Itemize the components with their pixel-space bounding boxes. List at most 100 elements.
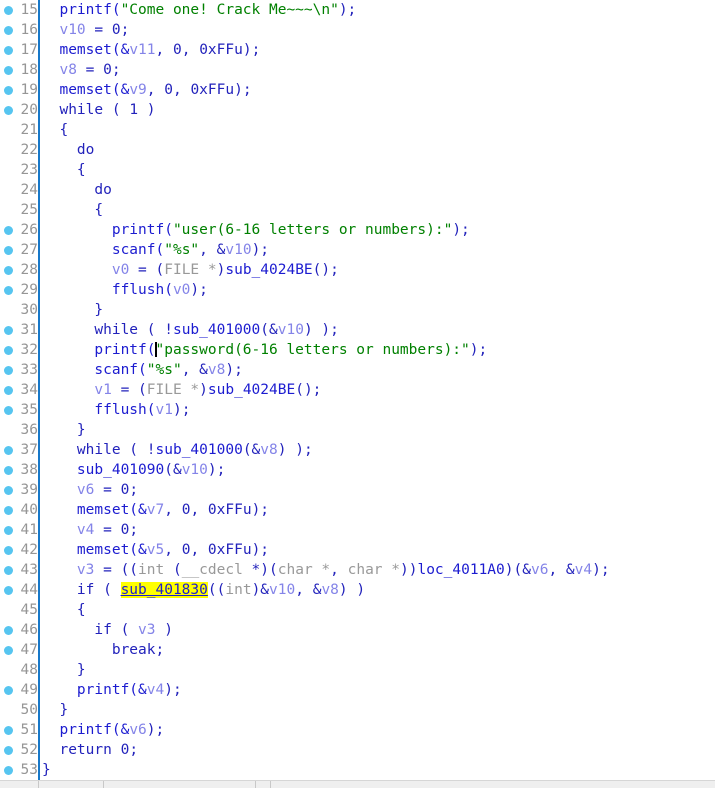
code-token[interactable]: memset(& xyxy=(59,82,129,98)
breakpoint-dot-icon[interactable] xyxy=(4,226,13,235)
breakpoint-dot-icon[interactable] xyxy=(4,526,13,535)
code-token[interactable]: v8 xyxy=(208,362,225,378)
code-token[interactable]: fflush( xyxy=(94,402,155,418)
line-content[interactable]: v1 = (FILE *)sub_4024BE(); xyxy=(42,380,321,400)
line-content[interactable]: { xyxy=(42,120,68,140)
code-line[interactable]: 19 memset(&v9, 0, 0xFFu); xyxy=(0,80,715,100)
breakpoint-dot-icon[interactable] xyxy=(4,726,13,735)
code-line[interactable]: 39 v6 = 0; xyxy=(0,480,715,500)
line-content[interactable]: printf("password(6-16 letters or numbers… xyxy=(42,340,487,360)
code-line[interactable]: 27 scanf("%s", &v10); xyxy=(0,240,715,260)
line-content[interactable]: scanf("%s", &v8); xyxy=(42,360,242,380)
line-content[interactable]: printf(&v4); xyxy=(42,680,182,700)
line-content[interactable]: if ( v3 ) xyxy=(42,620,173,640)
breakpoint-dot-icon[interactable] xyxy=(4,326,13,335)
breakpoint-dot-icon[interactable] xyxy=(4,366,13,375)
breakpoint-dot-icon[interactable] xyxy=(4,506,13,515)
code-token[interactable]: v4 xyxy=(575,562,592,578)
code-line[interactable]: 24 do xyxy=(0,180,715,200)
breakpoint-dot-icon[interactable] xyxy=(4,766,13,775)
code-line[interactable]: 16 v10 = 0; xyxy=(0,20,715,40)
code-token[interactable]: v9 xyxy=(129,82,146,98)
code-line[interactable]: 21 { xyxy=(0,120,715,140)
code-line[interactable]: 34 v1 = (FILE *)sub_4024BE(); xyxy=(0,380,715,400)
code-line[interactable]: 44 if ( sub_401830((int)&v10, &v8) ) xyxy=(0,580,715,600)
code-line[interactable]: 18 v8 = 0; xyxy=(0,60,715,80)
code-line[interactable]: 36 } xyxy=(0,420,715,440)
breakpoint-dot-icon[interactable] xyxy=(4,86,13,95)
code-line[interactable]: 28 v0 = (FILE *)sub_4024BE(); xyxy=(0,260,715,280)
code-token[interactable]: sub_4024BE xyxy=(225,262,312,278)
code-line[interactable]: 52 return 0; xyxy=(0,740,715,760)
code-line[interactable]: 46 if ( v3 ) xyxy=(0,620,715,640)
line-content[interactable]: v8 = 0; xyxy=(42,60,120,80)
line-content[interactable]: printf("Come one! Crack Me~~~\n"); xyxy=(42,0,356,20)
code-line[interactable]: 48 } xyxy=(0,660,715,680)
code-token[interactable]: v4 xyxy=(77,522,94,538)
line-content[interactable]: v6 = 0; xyxy=(42,480,138,500)
breakpoint-dot-icon[interactable] xyxy=(4,466,13,475)
code-token[interactable]: v10 xyxy=(269,582,295,598)
code-token[interactable]: sub_401090 xyxy=(77,462,164,478)
line-content[interactable]: memset(&v11, 0, 0xFFu); xyxy=(42,40,260,60)
line-content[interactable]: printf("user(6-16 letters or numbers):")… xyxy=(42,220,470,240)
code-token[interactable]: v10 xyxy=(59,22,85,38)
code-token[interactable]: memset(& xyxy=(59,42,129,58)
line-content[interactable]: if ( sub_401830((int)&v10, &v8) ) xyxy=(42,580,365,600)
breakpoint-dot-icon[interactable] xyxy=(4,26,13,35)
breakpoint-dot-icon[interactable] xyxy=(4,266,13,275)
breakpoint-dot-icon[interactable] xyxy=(4,106,13,115)
line-content[interactable]: v0 = (FILE *)sub_4024BE(); xyxy=(42,260,339,280)
code-token[interactable]: sub_401000 xyxy=(156,442,243,458)
code-line[interactable]: 31 while ( !sub_401000(&v10) ); xyxy=(0,320,715,340)
line-content[interactable]: memset(&v9, 0, 0xFFu); xyxy=(42,80,251,100)
code-token[interactable]: v6 xyxy=(77,482,94,498)
line-content[interactable]: while ( !sub_401000(&v8) ); xyxy=(42,440,313,460)
code-token[interactable]: v6 xyxy=(531,562,548,578)
code-line[interactable]: 25 { xyxy=(0,200,715,220)
breakpoint-dot-icon[interactable] xyxy=(4,6,13,15)
code-token[interactable]: sub_4024BE xyxy=(208,382,295,398)
code-token[interactable]: v0 xyxy=(173,282,190,298)
code-line[interactable]: 41 v4 = 0; xyxy=(0,520,715,540)
code-token[interactable]: printf( xyxy=(112,222,173,238)
line-content[interactable]: { xyxy=(42,160,86,180)
line-content[interactable]: } xyxy=(42,760,51,780)
code-token[interactable]: sub_401000 xyxy=(173,322,260,338)
code-line[interactable]: 22 do xyxy=(0,140,715,160)
breakpoint-dot-icon[interactable] xyxy=(4,246,13,255)
breakpoint-dot-icon[interactable] xyxy=(4,46,13,55)
code-line[interactable]: 20 while ( 1 ) xyxy=(0,100,715,120)
breakpoint-dot-icon[interactable] xyxy=(4,66,13,75)
breakpoint-dot-icon[interactable] xyxy=(4,486,13,495)
code-token[interactable]: printf(& xyxy=(59,722,129,738)
line-content[interactable]: while ( !sub_401000(&v10) ); xyxy=(42,320,338,340)
code-token[interactable]: v4 xyxy=(147,682,164,698)
code-line[interactable]: 17 memset(&v11, 0, 0xFFu); xyxy=(0,40,715,60)
code-token[interactable]: scanf( xyxy=(94,362,146,378)
breakpoint-dot-icon[interactable] xyxy=(4,746,13,755)
line-content[interactable]: fflush(v1); xyxy=(42,400,190,420)
code-line[interactable]: 51 printf(&v6); xyxy=(0,720,715,740)
breakpoint-dot-icon[interactable] xyxy=(4,546,13,555)
breakpoint-dot-icon[interactable] xyxy=(4,406,13,415)
line-content[interactable]: scanf("%s", &v10); xyxy=(42,240,269,260)
line-content[interactable]: } xyxy=(42,700,68,720)
line-content[interactable]: memset(&v5, 0, 0xFFu); xyxy=(42,540,269,560)
code-line[interactable]: 29 fflush(v0); xyxy=(0,280,715,300)
code-line[interactable]: 47 break; xyxy=(0,640,715,660)
code-token[interactable]: v10 xyxy=(278,322,304,338)
code-token[interactable]: v6 xyxy=(129,722,146,738)
breakpoint-dot-icon[interactable] xyxy=(4,626,13,635)
breakpoint-dot-icon[interactable] xyxy=(4,566,13,575)
code-token[interactable]: v1 xyxy=(94,382,111,398)
breakpoint-dot-icon[interactable] xyxy=(4,686,13,695)
code-token[interactable]: memset(& xyxy=(77,542,147,558)
code-line[interactable]: 26 printf("user(6-16 letters or numbers)… xyxy=(0,220,715,240)
line-content[interactable]: } xyxy=(42,300,103,320)
code-token[interactable]: v10 xyxy=(225,242,251,258)
code-token[interactable]: v7 xyxy=(147,502,164,518)
line-content[interactable]: } xyxy=(42,420,86,440)
code-line[interactable]: 40 memset(&v7, 0, 0xFFu); xyxy=(0,500,715,520)
line-content[interactable]: do xyxy=(42,180,111,200)
